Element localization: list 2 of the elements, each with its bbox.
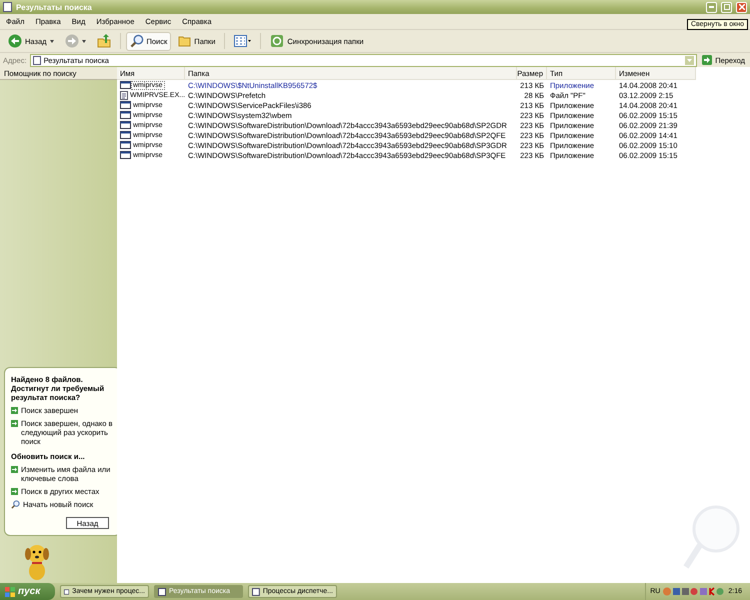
start-button[interactable]: пуск <box>0 583 55 600</box>
window-title: Результаты поиска <box>16 2 93 12</box>
